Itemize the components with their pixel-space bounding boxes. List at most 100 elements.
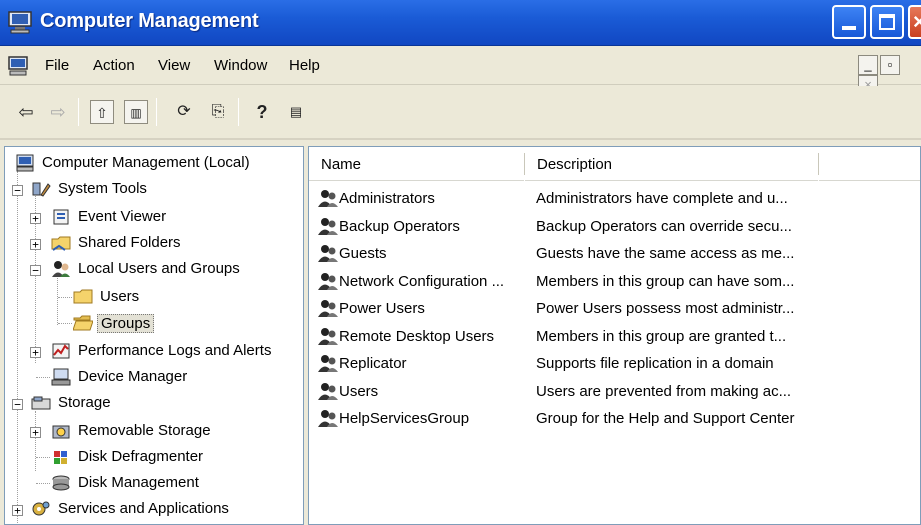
menu-help[interactable]: Help: [289, 57, 320, 74]
event-viewer-icon: [53, 209, 69, 225]
group-description: Supports file replication in a domain: [536, 355, 774, 372]
group-icon: [317, 408, 339, 428]
tree-item-label: Performance Logs and Alerts: [78, 342, 272, 359]
minimize-button[interactable]: [832, 5, 866, 39]
tree-line: [35, 411, 36, 471]
tree-item-label: Disk Defragmenter: [78, 448, 204, 465]
storage-icon: [31, 396, 51, 410]
group-description: Members in this group can have som...: [536, 272, 795, 290]
collapse-icon[interactable]: −: [30, 265, 41, 276]
list-item[interactable]: Backup Operators Backup Operators can ove…: [309, 213, 920, 240]
forward-arrow-icon[interactable]: ⇨: [46, 100, 70, 124]
performance-icon: [52, 343, 70, 359]
collapse-icon[interactable]: −: [12, 185, 23, 196]
title-bar[interactable]: Computer Management ×: [0, 0, 921, 46]
tree-item-label: Event Viewer: [78, 208, 167, 225]
tree-item-label: Removable Storage: [78, 422, 211, 439]
group-icon: [317, 298, 339, 318]
tree-item-label: Computer Management (Local): [42, 154, 250, 171]
tree-line: [36, 483, 50, 484]
help-icon[interactable]: ?: [250, 100, 274, 124]
expand-icon[interactable]: +: [12, 505, 23, 516]
menu-file[interactable]: File: [45, 57, 69, 74]
tools-icon: [32, 182, 51, 197]
list-item[interactable]: Users Users are prevented from making ac.…: [309, 378, 920, 405]
folder-open-icon: [73, 315, 93, 331]
list-item[interactable]: Power Users Power Users possess most admi…: [309, 295, 920, 322]
show-hide-tree-icon[interactable]: ▥: [124, 100, 148, 124]
tree-line: [17, 171, 18, 523]
group-name: Backup Operators: [339, 217, 460, 235]
group-description: Members in this group are granted t...: [536, 327, 787, 345]
console-tree[interactable]: Computer Management (Local) − System Too…: [4, 146, 304, 525]
menu-view[interactable]: View: [158, 57, 190, 74]
tree-item-label: Device Manager: [78, 368, 188, 385]
close-icon: ×: [913, 9, 921, 34]
group-name: Users: [339, 382, 379, 400]
mdi-minimize-button[interactable]: _: [858, 55, 878, 75]
disk-management-icon: [52, 475, 70, 491]
list-item[interactable]: Guests Guests have the same access as me.…: [309, 240, 920, 267]
back-arrow-icon[interactable]: ⇦: [14, 100, 38, 124]
services-icon: [32, 501, 50, 516]
list-item[interactable]: Administrators Administrators have comple…: [309, 185, 920, 212]
mdi-restore-button[interactable]: ▫: [880, 55, 900, 75]
tree-item-label: Users: [100, 288, 140, 305]
list-item[interactable]: HelpServicesGroup Group for the Help and …: [309, 405, 920, 432]
mdi-controls: _ ▫×: [858, 55, 921, 95]
expand-icon[interactable]: +: [30, 427, 41, 438]
group-name: Administrators: [339, 190, 435, 207]
properties-pane-icon[interactable]: ▤: [284, 100, 308, 124]
maximize-button[interactable]: [870, 5, 904, 39]
tree-item-label: Groups: [97, 314, 155, 333]
menu-bar: File Action View Window Help _ ▫×: [0, 47, 921, 95]
group-description: Users are prevented from making ac...: [536, 382, 792, 400]
toolbar-separator: [238, 98, 239, 126]
tree-line: [57, 275, 58, 325]
minimize-icon: [842, 26, 856, 30]
shared-folder-icon: [51, 236, 71, 251]
menu-action[interactable]: Action: [93, 57, 135, 74]
tree-line: [58, 323, 72, 324]
computer-icon[interactable]: [7, 55, 29, 77]
expand-icon[interactable]: +: [30, 239, 41, 250]
users-icon: [52, 261, 70, 277]
computer-icon: [16, 154, 34, 172]
expand-icon[interactable]: +: [30, 347, 41, 358]
column-header-description[interactable]: Description: [525, 147, 818, 181]
group-icon: [317, 271, 339, 291]
expand-icon[interactable]: +: [30, 213, 41, 224]
group-description: Power Users possess most administr...: [536, 300, 795, 317]
device-manager-icon: [51, 368, 71, 386]
toolbar-separator: [78, 98, 79, 126]
tree-line: [36, 377, 50, 378]
group-description: Group for the Help and Support Center: [536, 410, 795, 427]
up-level-icon[interactable]: ⇧: [90, 100, 114, 124]
tree-item-label: Services and Applications: [58, 500, 229, 517]
group-icon: [317, 243, 339, 263]
column-header-name[interactable]: Name: [309, 147, 524, 181]
removable-storage-icon: [52, 425, 70, 439]
group-name: Power Users: [339, 300, 425, 317]
tree-item-label: Storage: [58, 394, 111, 411]
group-description: Guests have the same access as me...: [536, 245, 795, 262]
window-title: Computer Management: [40, 10, 259, 32]
details-list[interactable]: Name Description Administrators Administr…: [308, 146, 921, 525]
group-name: Remote Desktop Users: [339, 327, 495, 345]
list-item[interactable]: Replicator Supports file replication in a…: [309, 350, 920, 377]
collapse-icon[interactable]: −: [12, 399, 23, 410]
column-header-label: Name: [321, 156, 362, 173]
menu-window[interactable]: Window: [214, 57, 267, 74]
tree-item-label: Disk Management: [78, 474, 199, 491]
export-list-icon[interactable]: ⎘: [206, 100, 230, 124]
close-button[interactable]: ×: [908, 5, 921, 39]
refresh-icon[interactable]: ⟳: [172, 100, 196, 124]
folder-icon: [73, 289, 93, 304]
column-header-label: Description: [537, 156, 613, 173]
main-panels: Computer Management (Local) − System Too…: [0, 142, 921, 525]
group-name: Guests: [339, 245, 387, 262]
list-item[interactable]: Remote Desktop Users Members in this grou…: [309, 323, 920, 350]
tree-line: [36, 457, 50, 458]
list-item[interactable]: Network Configuration ... Members in this…: [309, 268, 920, 295]
tree-item-label: System Tools: [58, 180, 147, 197]
